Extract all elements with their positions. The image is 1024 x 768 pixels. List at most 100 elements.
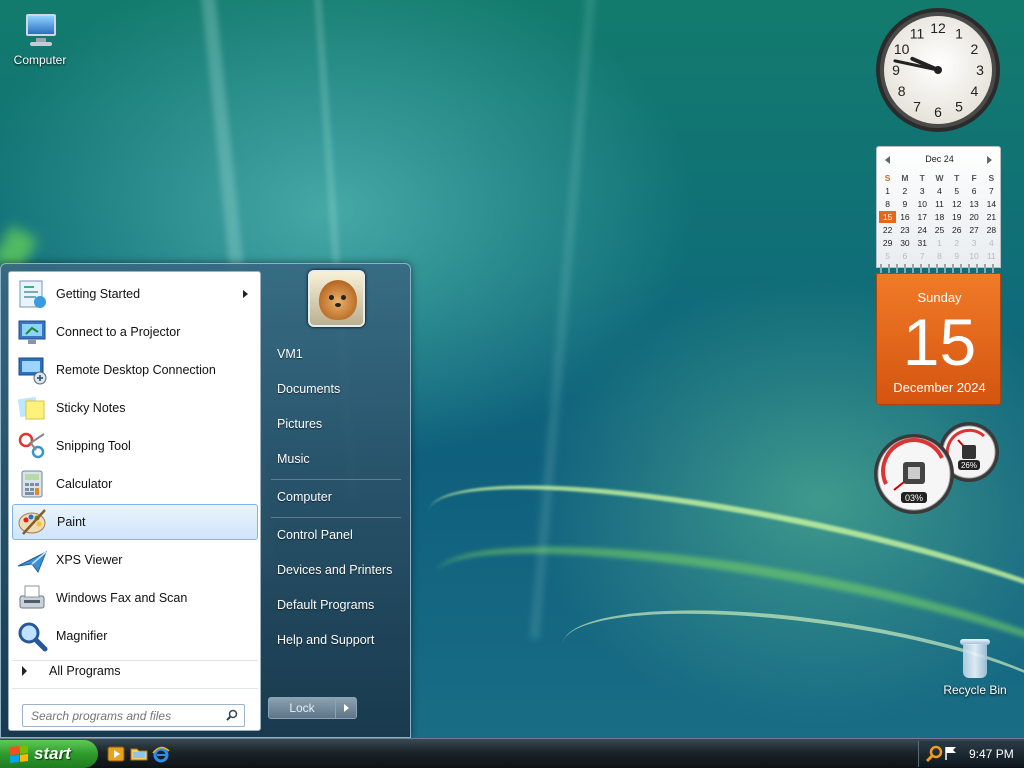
lock-button[interactable]: Lock: [268, 697, 336, 719]
remote-desktop-icon: [18, 357, 47, 385]
calendar-weekday-header: F: [971, 173, 977, 183]
start-link-documents[interactable]: Documents: [277, 382, 340, 396]
calendar-day[interactable]: 11: [983, 250, 1000, 262]
calendar-day[interactable]: 24: [914, 224, 931, 236]
calendar-day[interactable]: 13: [965, 198, 982, 210]
start-link-vm1[interactable]: VM1: [277, 347, 303, 361]
calendar-day[interactable]: 11: [931, 198, 948, 210]
program-label: Remote Desktop Connection: [56, 363, 216, 377]
calendar-day[interactable]: 23: [896, 224, 913, 236]
all-programs-button[interactable]: All Programs: [12, 658, 258, 684]
media-player-icon[interactable]: [107, 745, 125, 763]
calendar-day[interactable]: 29: [879, 237, 896, 249]
start-button[interactable]: start: [0, 740, 98, 768]
program-item-sticky-notes[interactable]: Sticky Notes: [12, 390, 258, 426]
calendar-day[interactable]: 8: [931, 250, 948, 262]
calendar-day[interactable]: 26: [948, 224, 965, 236]
calendar-day[interactable]: 3: [965, 237, 982, 249]
calendar-day[interactable]: 31: [914, 237, 931, 249]
program-item-windows-fax-and-scan[interactable]: Windows Fax and Scan: [12, 580, 258, 616]
scissors-icon: [18, 432, 45, 459]
calendar-day-number: 15: [902, 305, 977, 379]
calendar-day[interactable]: 8: [879, 198, 896, 210]
program-label: Magnifier: [56, 629, 108, 643]
internet-explorer-icon[interactable]: [152, 745, 170, 763]
calendar-day[interactable]: 3: [914, 185, 931, 197]
getting-started-icon: [19, 280, 46, 308]
calendar-day[interactable]: 1: [931, 237, 948, 249]
user-avatar[interactable]: [308, 270, 365, 327]
calendar-day[interactable]: 9: [896, 198, 913, 210]
start-link-music[interactable]: Music: [277, 452, 310, 466]
calendar-day[interactable]: 2: [896, 185, 913, 197]
calculator-icon: [21, 470, 43, 498]
calendar-day[interactable]: 7: [983, 185, 1000, 197]
calendar-day[interactable]: 17: [914, 211, 931, 223]
search-box[interactable]: [22, 704, 245, 727]
program-item-snipping-tool[interactable]: Snipping Tool: [12, 428, 258, 464]
calendar-weekday-header: T: [919, 173, 925, 183]
calendar-day[interactable]: 9: [948, 250, 965, 262]
calendar-day[interactable]: 6: [965, 185, 982, 197]
cpu-percent: 03%: [905, 493, 923, 503]
calendar-day[interactable]: 10: [914, 198, 931, 210]
calendar-day[interactable]: 27: [965, 224, 982, 236]
calendar-day[interactable]: 4: [983, 237, 1000, 249]
calendar-day[interactable]: 10: [965, 250, 982, 262]
program-label: Getting Started: [56, 287, 141, 301]
folder-icon[interactable]: [130, 745, 148, 763]
start-menu-programs-pane: Getting Started Connect to a Projector Rem…: [8, 271, 261, 731]
program-item-remote-desktop-connection[interactable]: Remote Desktop Connection: [12, 352, 258, 388]
calendar-day[interactable]: 21: [983, 211, 1000, 223]
calendar-day[interactable]: 20: [965, 211, 982, 223]
desktop-icon-computer[interactable]: Computer: [0, 10, 80, 67]
program-item-magnifier[interactable]: Magnifier: [12, 618, 258, 654]
calendar-day[interactable]: 25: [931, 224, 948, 236]
start-link-default-programs[interactable]: Default Programs: [277, 598, 374, 612]
start-link-control-panel[interactable]: Control Panel: [277, 528, 353, 542]
calendar-day[interactable]: 14: [983, 198, 1000, 210]
clock-numeral: 12: [930, 20, 946, 36]
calendar-day[interactable]: 30: [896, 237, 913, 249]
calendar-day[interactable]: 28: [983, 224, 1000, 236]
calendar-day[interactable]: 22: [879, 224, 896, 236]
shutdown-options-arrow-button[interactable]: [335, 697, 357, 719]
start-link-devices-and-printers[interactable]: Devices and Printers: [277, 563, 392, 577]
calendar-month-year: December 2024: [893, 380, 986, 395]
search-icon[interactable]: [226, 709, 238, 721]
calendar-day[interactable]: 19: [948, 211, 965, 223]
calendar-day[interactable]: 16: [896, 211, 913, 223]
calendar-day[interactable]: 1: [879, 185, 896, 197]
chevron-right-icon[interactable]: [987, 156, 992, 164]
start-link-computer[interactable]: Computer: [277, 490, 332, 504]
clock-numeral: 3: [976, 62, 984, 78]
search-icon[interactable]: [925, 745, 943, 763]
calendar-day[interactable]: 5: [879, 250, 896, 262]
program-item-getting-started[interactable]: Getting Started: [12, 276, 258, 312]
calendar-day[interactable]: 12: [948, 198, 965, 210]
search-input[interactable]: [23, 705, 218, 726]
program-item-xps-viewer[interactable]: XPS Viewer: [12, 542, 258, 578]
calendar-day[interactable]: 5: [948, 185, 965, 197]
calendar-day[interactable]: 7: [914, 250, 931, 262]
program-item-paint[interactable]: Paint: [12, 504, 258, 540]
calendar-day[interactable]: 6: [896, 250, 913, 262]
clock-numeral: 10: [894, 41, 910, 57]
program-label: Calculator: [56, 477, 113, 491]
start-link-pictures[interactable]: Pictures: [277, 417, 322, 431]
calendar-gadget[interactable]: Dec 24 S M T W T F S 1 2 3 4 5 6 7 8 9 10 11 12 13 14 15 16 17 1…: [876, 146, 1001, 405]
clock-numeral: 4: [970, 83, 978, 99]
taskbar-clock[interactable]: 9:47 PM: [969, 747, 1014, 761]
desktop-icon-recycle-bin[interactable]: Recycle Bin: [935, 636, 1015, 697]
calendar-day[interactable]: 4: [931, 185, 948, 197]
calendar-day[interactable]: 15: [879, 211, 897, 223]
program-item-connect-to-a-projector[interactable]: Connect to a Projector: [12, 314, 258, 350]
calendar-day[interactable]: 18: [931, 211, 948, 223]
start-link-help-and-support[interactable]: Help and Support: [277, 633, 374, 647]
cpu-meter-gadget[interactable]: 26% 03%: [872, 418, 1002, 518]
clock-gadget[interactable]: 12 12 3 45678 9 1011: [874, 6, 1002, 134]
program-label: Paint: [57, 515, 86, 529]
calendar-day[interactable]: 2: [948, 237, 965, 249]
program-item-calculator[interactable]: Calculator: [12, 466, 258, 502]
action-center-flag-icon[interactable]: [945, 746, 957, 760]
